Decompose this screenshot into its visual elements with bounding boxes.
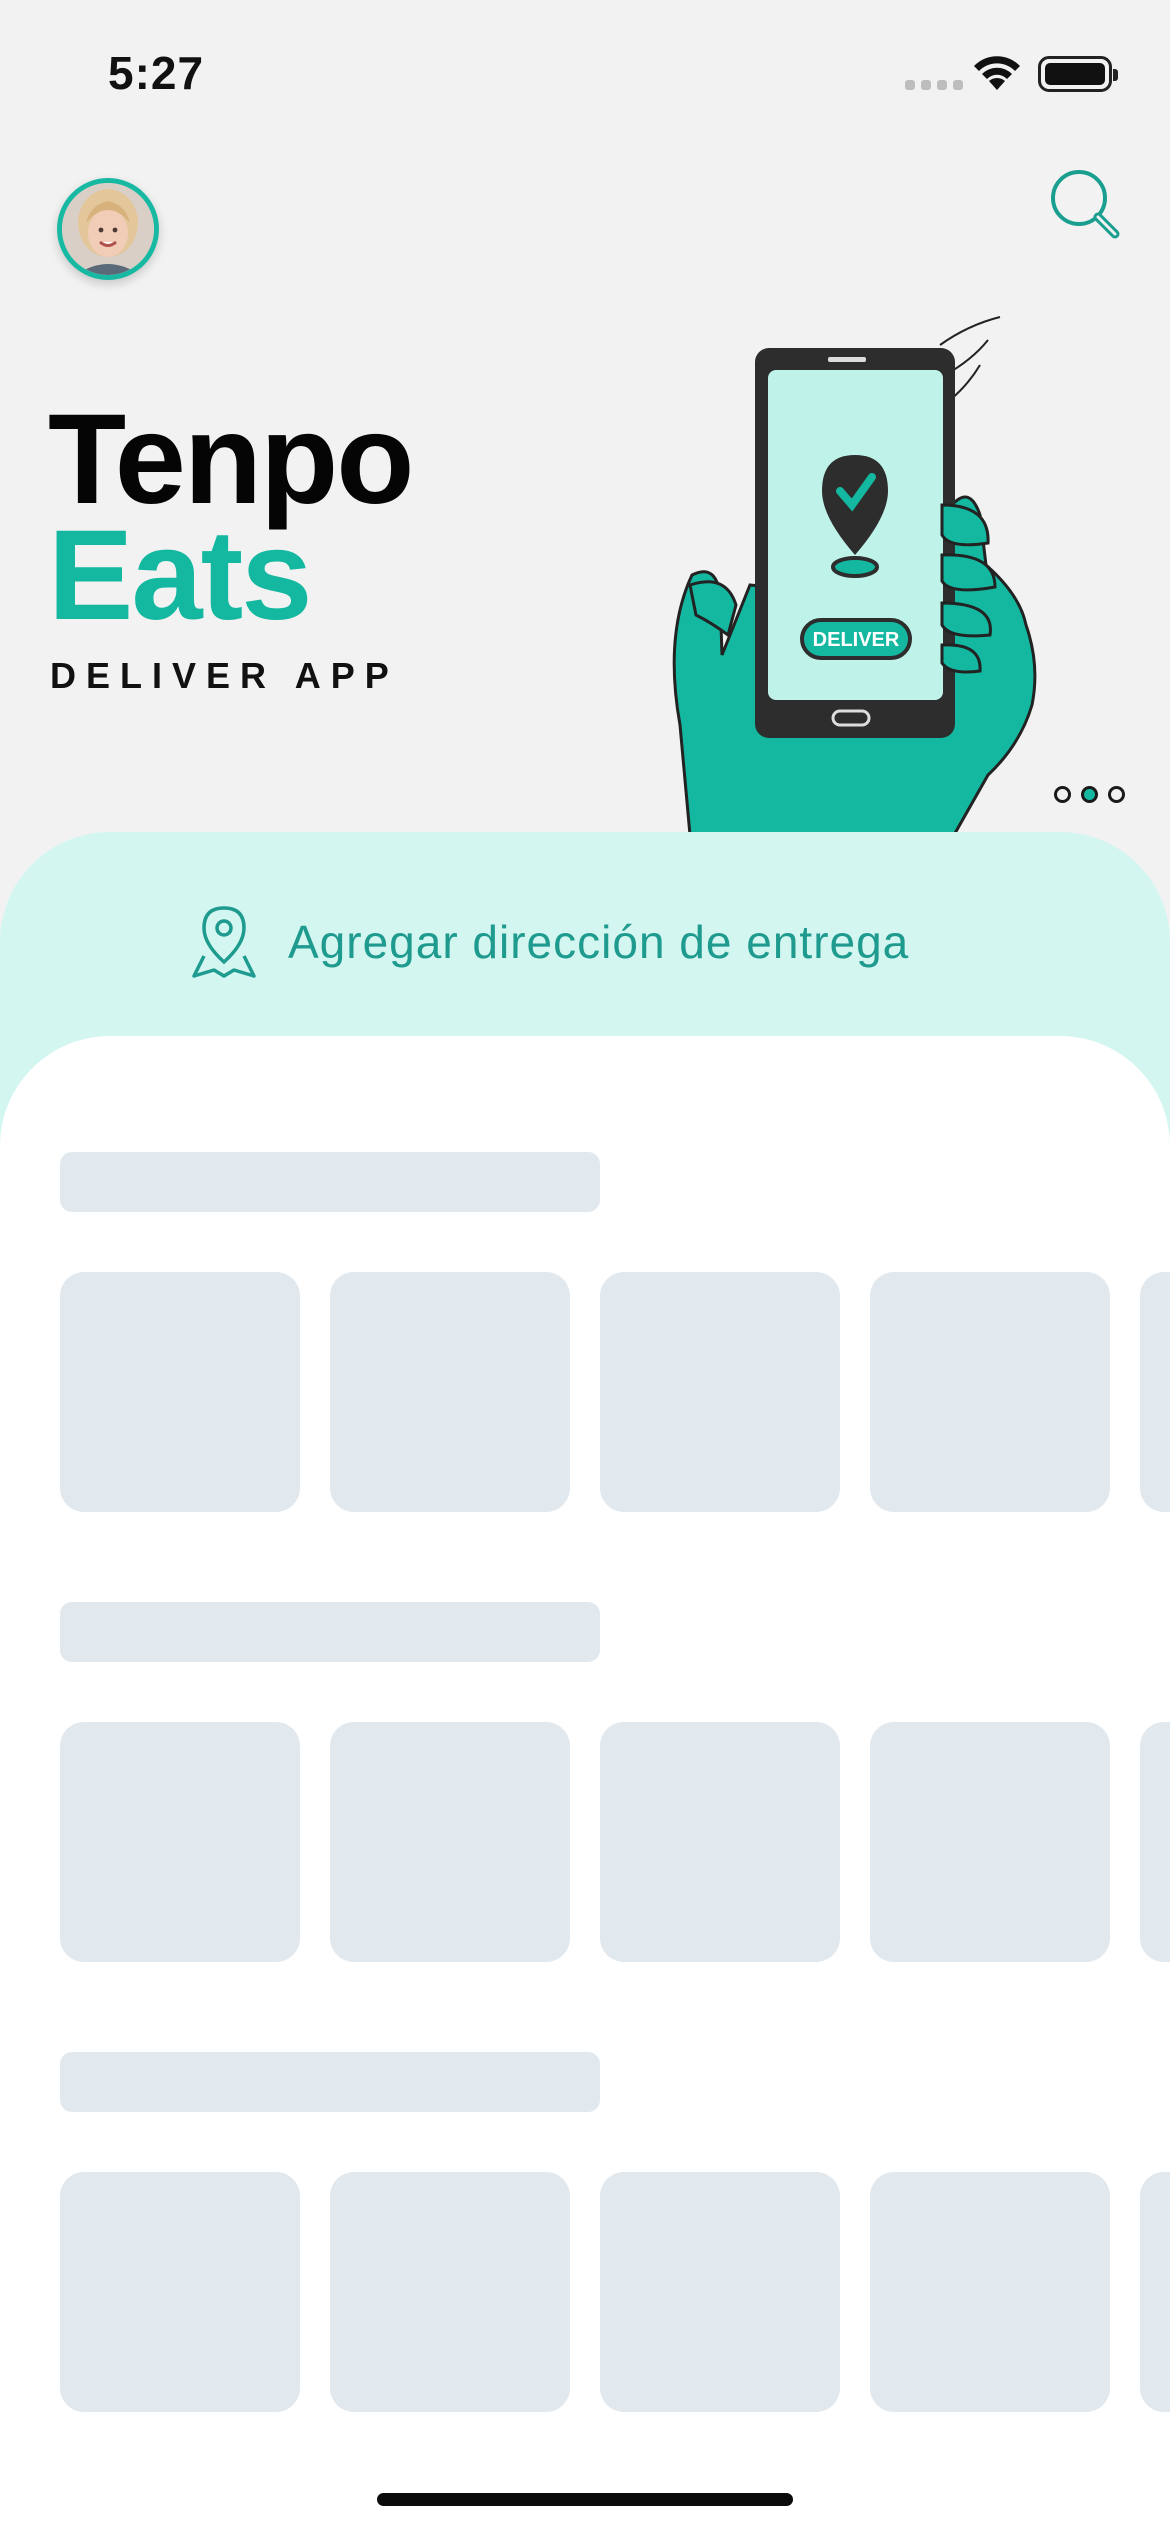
skeleton-tile (1140, 1272, 1170, 1512)
cellular-signal-icon (905, 80, 963, 90)
skeleton-row (60, 1722, 1170, 1962)
add-address-button[interactable]: Agregar dirección de entrega (190, 904, 909, 980)
content-loading-skeleton (0, 1036, 1170, 2532)
skeleton-tile (330, 2172, 570, 2412)
brand-subtitle: DELIVER APP (50, 655, 399, 696)
skeleton-row (60, 2172, 1170, 2412)
home-indicator[interactable] (377, 2493, 793, 2506)
skeleton-tile (870, 2172, 1110, 2412)
skeleton-tile (330, 1272, 570, 1512)
brand-title: Tenpo Eats (48, 396, 414, 647)
skeleton-tile (870, 1272, 1110, 1512)
skeleton-tile (60, 1272, 300, 1512)
add-address-label: Agregar dirección de entrega (288, 916, 910, 968)
skeleton-title (60, 2052, 600, 2112)
status-time: 5:27 (108, 47, 205, 99)
avatar-photo (62, 183, 154, 275)
pager-dot-active[interactable] (1081, 786, 1098, 803)
carousel-pager[interactable] (1054, 786, 1125, 803)
brand-title-line2: Eats (48, 504, 312, 647)
skeleton-tile (600, 2172, 840, 2412)
skeleton-row (60, 1272, 1170, 1512)
hero-deliver-label: DELIVER (813, 629, 900, 651)
skeleton-tile (600, 1722, 840, 1962)
skeleton-tile (870, 1722, 1110, 1962)
battery-icon (1038, 56, 1118, 92)
avatar[interactable] (57, 178, 159, 280)
skeleton-title (60, 1602, 600, 1662)
search-icon[interactable] (1047, 166, 1127, 246)
pager-dot[interactable] (1054, 786, 1071, 803)
skeleton-tile (330, 1722, 570, 1962)
pager-dot[interactable] (1108, 786, 1125, 803)
skeleton-tile (60, 2172, 300, 2412)
skeleton-tile (600, 1272, 840, 1512)
skeleton-tile (1140, 1722, 1170, 1962)
wifi-icon (974, 56, 1020, 90)
skeleton-title (60, 1152, 600, 1212)
location-pin-icon (192, 906, 256, 978)
skeleton-tile (1140, 2172, 1170, 2412)
skeleton-tile (60, 1722, 300, 1962)
phone-in-hand-illustration: DELIVER (672, 316, 1037, 835)
